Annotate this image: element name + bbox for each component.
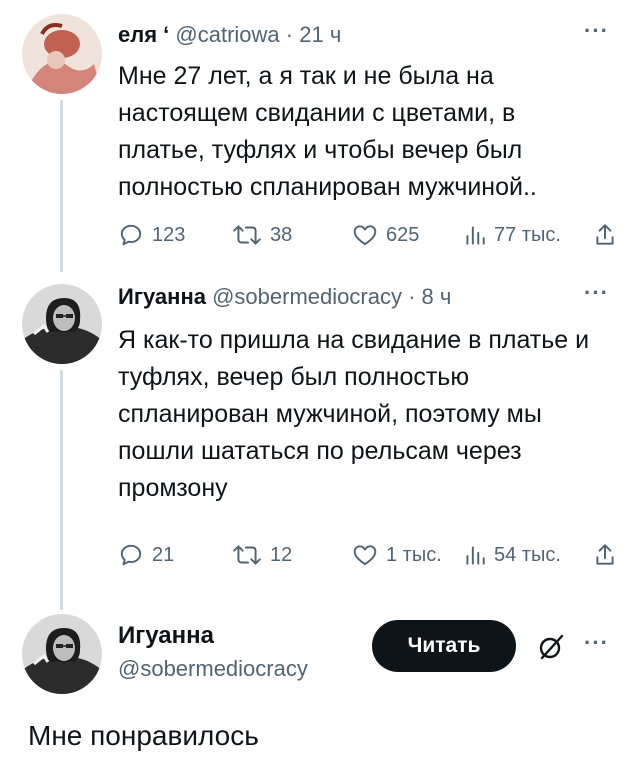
tweet2-header: Игуанна @sobermediocracy · 8 ч (118, 284, 451, 310)
tweet2-views-count: 54 тыс. (494, 543, 561, 566)
avatar-sobermediocracy[interactable] (22, 284, 102, 364)
avatar-catriowa[interactable] (22, 14, 102, 94)
profile-display-name[interactable]: Игуанна (118, 622, 214, 650)
tweet1-line: полностью спланирован мужчиной.. (118, 173, 537, 201)
views-icon (466, 226, 485, 245)
tweet1-like-count: 625 (386, 223, 420, 246)
tweet2-reply-count: 21 (152, 543, 175, 566)
tweet2-line: туфлях, вечер был полностью (118, 363, 470, 391)
tweet2-share-button[interactable] (594, 542, 616, 568)
heart-icon (353, 225, 377, 246)
retweet-icon (233, 225, 261, 245)
avatar-profile[interactable] (22, 614, 102, 694)
tweet2-reply-button[interactable]: 21 (118, 542, 174, 568)
tweet2-retweet-count: 12 (270, 543, 293, 566)
grok-icon[interactable] (536, 632, 566, 662)
tweet2-handle[interactable]: @sobermediocracy (212, 284, 402, 309)
follow-button[interactable]: Читать (372, 620, 516, 672)
tweet1-like-button[interactable]: 625 (352, 222, 419, 248)
tweet1-retweet-button[interactable]: 38 (232, 222, 292, 248)
tweet2-retweet-button[interactable]: 12 (232, 542, 292, 568)
views-icon (466, 546, 485, 565)
tweet1-views-count: 77 тыс. (494, 223, 561, 246)
heart-icon (353, 545, 377, 566)
tweet2-views-button[interactable]: 54 тыс. (464, 542, 561, 568)
tweet1-reply-count: 123 (152, 223, 186, 246)
tweet1-more-button[interactable]: ··· (584, 18, 609, 44)
tweet1-time[interactable]: · 21 ч (286, 22, 341, 47)
tweet1-share-button[interactable] (594, 222, 616, 248)
tweet2-line: пошли шататься по рельсам через (118, 437, 522, 465)
tweet2-like-button[interactable]: 1 тыс. (352, 542, 442, 568)
tweet2-line: спланирован мужчиной, поэтому мы (118, 400, 542, 428)
share-icon (596, 544, 614, 565)
tweet2-line: Я как-то пришла на свидание в платье и (118, 326, 590, 354)
tweet1-line: платье, туфлях и чтобы вечер был (118, 136, 523, 164)
profile-more-button[interactable]: ··· (584, 630, 609, 656)
tweet1-header: еля ‘ @catriowa · 21 ч (118, 22, 341, 48)
tweet2-line: промзону (118, 474, 228, 502)
tweet1-line: Мне 27 лет, а я так и не была на (118, 62, 494, 90)
share-icon (596, 224, 614, 245)
profile-handle[interactable]: @sobermediocracy (118, 656, 308, 682)
tweet1-display-name[interactable]: еля ‘ (118, 22, 169, 47)
tweet1-line: настоящем свидании с цветами, в (118, 99, 516, 127)
tweet2-more-button[interactable]: ··· (584, 280, 609, 306)
tweet1-views-button[interactable]: 77 тыс. (464, 222, 561, 248)
reply-icon (120, 224, 142, 246)
tweet1-text: Мне 27 лет, а я так и не была на настоящ… (118, 58, 537, 206)
tweet2-like-count: 1 тыс. (386, 543, 442, 566)
tweet2-time[interactable]: · 8 ч (408, 284, 451, 309)
caption-text: Мне понравилось (28, 720, 259, 751)
tweet2-display-name[interactable]: Игуанна (118, 284, 206, 309)
tweet2-text: Я как-то пришла на свидание в платье и т… (118, 322, 589, 507)
reply-icon (120, 544, 142, 566)
tweet1-reply-button[interactable]: 123 (118, 222, 185, 248)
tweet1-retweet-count: 38 (270, 223, 293, 246)
retweet-icon (233, 545, 261, 565)
thread-line-1 (60, 100, 63, 272)
tweet1-handle[interactable]: @catriowa (175, 22, 279, 47)
tweet1-actions: 123 38 625 77 тыс. (118, 222, 618, 252)
tweet2-actions: 21 12 1 тыс. 54 тыс. (118, 542, 618, 572)
thread-line-2 (60, 370, 63, 610)
